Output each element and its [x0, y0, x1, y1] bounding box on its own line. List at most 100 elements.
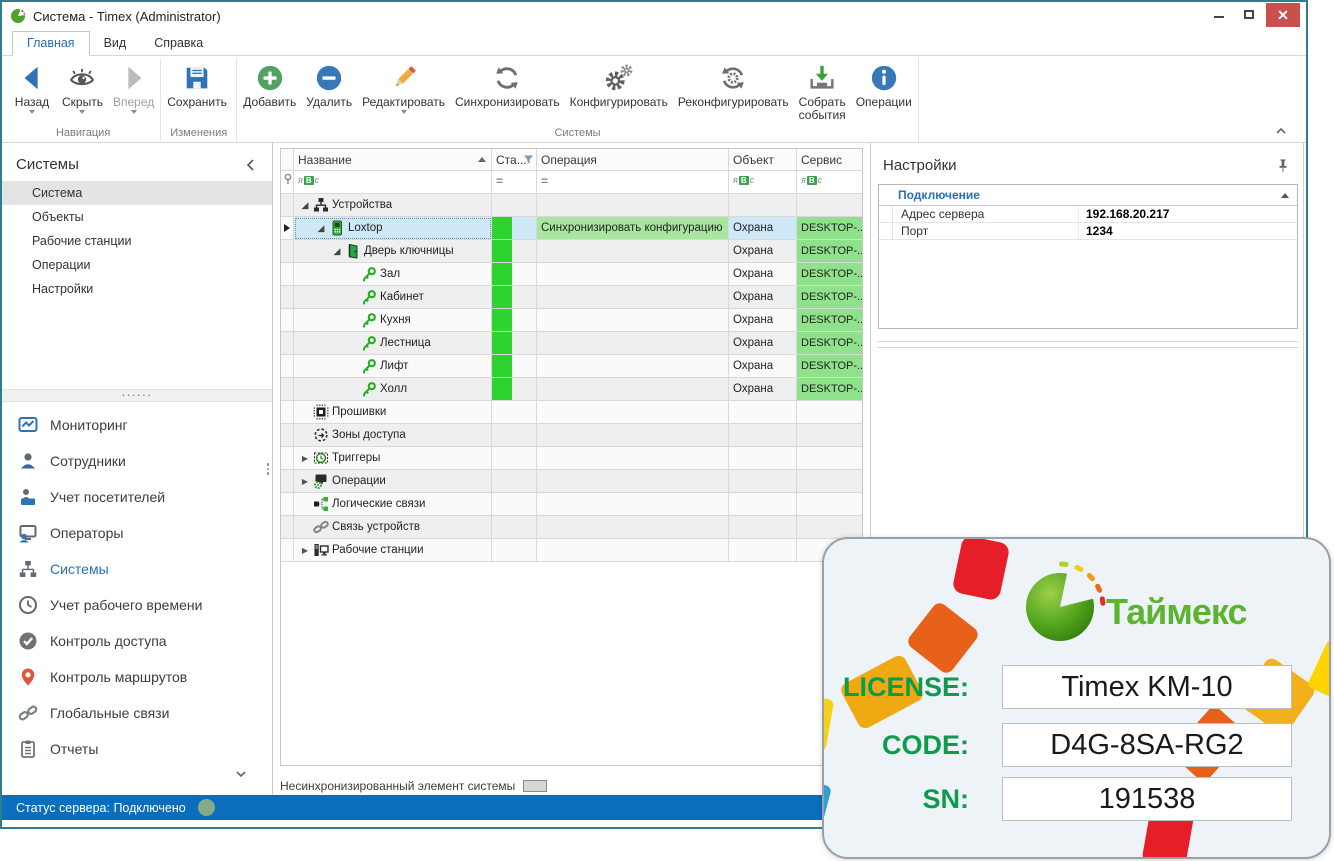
cell-name[interactable]: Зоны доступа: [294, 424, 492, 447]
cell-object[interactable]: Охрана: [729, 378, 797, 401]
cell-object[interactable]: [729, 447, 797, 470]
cell-name[interactable]: Холл: [294, 378, 492, 401]
cell-status[interactable]: [492, 401, 537, 424]
sidebar-item[interactable]: Операции: [2, 253, 272, 277]
cell-service[interactable]: DESKTOP-...: [797, 378, 862, 401]
cell-service[interactable]: [797, 493, 862, 516]
cell-object[interactable]: Охрана: [729, 355, 797, 378]
cell-operation[interactable]: [537, 378, 729, 401]
cell-object[interactable]: Охрана: [729, 240, 797, 263]
cell-object[interactable]: [729, 470, 797, 493]
cell-service[interactable]: [797, 401, 862, 424]
nav-item[interactable]: Отчеты: [2, 731, 272, 767]
sidebar-overflow-icon[interactable]: [236, 771, 246, 777]
cell-status[interactable]: [492, 240, 537, 263]
cell-object[interactable]: Охрана: [729, 217, 797, 240]
cell-service[interactable]: DESKTOP-...: [797, 355, 862, 378]
cell-object[interactable]: [729, 516, 797, 539]
table-row[interactable]: ЗалОхранаDESKTOP-...: [281, 263, 862, 286]
Конфигурировать-button[interactable]: Конфигурировать: [565, 58, 673, 109]
tab-0[interactable]: Главная: [12, 31, 90, 56]
cell-name[interactable]: Прошивки: [294, 401, 492, 424]
cell-object[interactable]: [729, 493, 797, 516]
cell-service[interactable]: [797, 470, 862, 493]
expander-open-icon[interactable]: ◢: [330, 246, 344, 257]
table-row[interactable]: ▶Операции: [281, 470, 862, 493]
cell-status[interactable]: [492, 263, 537, 286]
cell-object[interactable]: [729, 539, 797, 562]
cell-operation[interactable]: [537, 470, 729, 493]
nav-item[interactable]: Системы: [2, 551, 272, 587]
cell-operation[interactable]: [537, 424, 729, 447]
cell-operation[interactable]: Синхронизировать конфигурацию: [537, 217, 729, 240]
nav-item[interactable]: Мониторинг: [2, 407, 272, 443]
cell-service[interactable]: DESKTOP-...: [797, 309, 862, 332]
Удалить-button[interactable]: Удалить: [301, 58, 357, 109]
expander-open-icon[interactable]: ◢: [298, 200, 312, 211]
Добавить-button[interactable]: Добавить: [238, 58, 301, 109]
filter-pin-icon[interactable]: [281, 171, 294, 194]
cell-name[interactable]: Лифт: [294, 355, 492, 378]
cell-operation[interactable]: [537, 355, 729, 378]
Редактировать-button[interactable]: Редактировать: [357, 58, 450, 117]
nav-item[interactable]: Глобальные связи: [2, 695, 272, 731]
filter-object-cell[interactable]: яBc: [729, 171, 797, 194]
filter-funnel-icon[interactable]: [523, 154, 534, 165]
Реконфигурировать-button[interactable]: Реконфигурировать: [673, 58, 794, 109]
cell-name[interactable]: Кабинет: [294, 286, 492, 309]
cell-service[interactable]: [797, 194, 862, 217]
close-button[interactable]: [1266, 3, 1300, 27]
cell-name[interactable]: ▶Триггеры: [294, 447, 492, 470]
sidebar-item[interactable]: Настройки: [2, 277, 272, 301]
cell-service[interactable]: DESKTOP-...: [797, 217, 862, 240]
grid-column-operation[interactable]: Операция: [537, 149, 729, 171]
cell-operation[interactable]: [537, 493, 729, 516]
cell-status[interactable]: [492, 309, 537, 332]
table-row[interactable]: Прошивки: [281, 401, 862, 424]
table-row[interactable]: Лифт ОхранаDESKTOP-...: [281, 355, 862, 378]
table-row[interactable]: ▶Триггеры: [281, 447, 862, 470]
expander-closed-icon[interactable]: ▶: [298, 454, 312, 463]
Собрать события-button[interactable]: Собратьсобытия: [794, 58, 851, 122]
cell-operation[interactable]: [537, 332, 729, 355]
cell-object[interactable]: Охрана: [729, 263, 797, 286]
expander-closed-icon[interactable]: ▶: [298, 546, 312, 555]
sidebar-item[interactable]: Объекты: [2, 205, 272, 229]
grid-column-status[interactable]: Ста...: [492, 149, 537, 171]
cell-service[interactable]: DESKTOP-...: [797, 332, 862, 355]
filter-name-cell[interactable]: яBc: [294, 171, 492, 194]
cell-name[interactable]: ◢Дверь ключницы: [294, 240, 492, 263]
cell-status[interactable]: [492, 286, 537, 309]
cell-name[interactable]: ◢Устройства: [294, 194, 492, 217]
Синхронизировать-button[interactable]: Синхронизировать: [450, 58, 565, 109]
expander-open-icon[interactable]: ◢: [314, 223, 328, 234]
expander-closed-icon[interactable]: ▶: [298, 477, 312, 486]
maximize-button[interactable]: [1234, 2, 1264, 26]
sidebar-resize-grip[interactable]: [267, 463, 270, 475]
cell-name[interactable]: Связь устройств: [294, 516, 492, 539]
cell-operation[interactable]: [537, 240, 729, 263]
table-row[interactable]: КабинетОхранаDESKTOP-...: [281, 286, 862, 309]
cell-status[interactable]: [492, 516, 537, 539]
cell-operation[interactable]: [537, 263, 729, 286]
cell-object[interactable]: [729, 194, 797, 217]
table-row[interactable]: ▶Рабочие станции: [281, 539, 862, 562]
cell-status[interactable]: [492, 217, 537, 240]
table-row[interactable]: Связь устройств: [281, 516, 862, 539]
table-row[interactable]: ◢Дверь ключницыОхранаDESKTOP-...: [281, 240, 862, 263]
table-row[interactable]: ЛестницаОхранаDESKTOP-...: [281, 332, 862, 355]
nav-item[interactable]: Учет посетителей: [2, 479, 272, 515]
filter-status-cell[interactable]: =: [492, 171, 537, 194]
nav-item[interactable]: Учет рабочего времени: [2, 587, 272, 623]
cell-status[interactable]: [492, 378, 537, 401]
cell-status[interactable]: [492, 424, 537, 447]
cell-operation[interactable]: [537, 447, 729, 470]
pin-icon[interactable]: [1277, 159, 1289, 173]
cell-service[interactable]: [797, 424, 862, 447]
cell-operation[interactable]: [537, 309, 729, 332]
property-group-header[interactable]: Подключение: [879, 185, 1297, 206]
property-row[interactable]: Адрес сервера192.168.20.217: [879, 206, 1297, 223]
cell-status[interactable]: [492, 539, 537, 562]
grid-column-service[interactable]: Сервис: [797, 149, 862, 171]
table-row[interactable]: Зоны доступа: [281, 424, 862, 447]
